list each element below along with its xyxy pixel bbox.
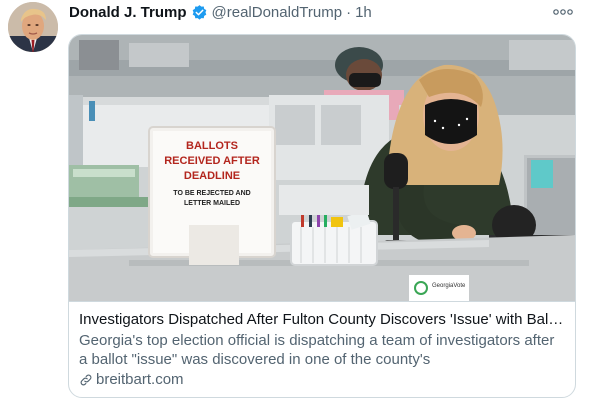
- card-title[interactable]: Investigators Dispatched After Fulton Co…: [79, 310, 565, 329]
- avatar-image: [8, 2, 58, 52]
- link-preview-card[interactable]: BALLOTS RECEIVED AFTER DEADLINE TO BE RE…: [68, 34, 576, 398]
- sign-line1: BALLOTS: [186, 140, 238, 152]
- sticker-text: GeorgiaVote: [432, 283, 466, 289]
- author-handle[interactable]: @realDonaldTrump: [212, 4, 343, 21]
- card-description: Georgia's top election official is dispa…: [79, 332, 555, 368]
- sign-line3: DEADLINE: [184, 170, 240, 182]
- card-photo[interactable]: BALLOTS RECEIVED AFTER DEADLINE TO BE RE…: [69, 35, 575, 301]
- card-domain-text[interactable]: breitbart.com: [96, 370, 184, 389]
- avatar[interactable]: [8, 2, 58, 52]
- tweet-header: Donald J. Trump @realDonaldTrump · 1h: [69, 2, 372, 22]
- card-domain[interactable]: breitbart.com: [79, 370, 565, 389]
- timestamp[interactable]: 1h: [355, 4, 372, 21]
- card-text[interactable]: Investigators Dispatched After Fulton Co…: [69, 301, 575, 389]
- verified-badge-icon: [192, 4, 206, 20]
- more-icon: [553, 9, 573, 15]
- link-icon: [80, 374, 92, 385]
- tweet[interactable]: Donald J. Trump @realDonaldTrump · 1h BA…: [0, 0, 594, 405]
- sign-line5: LETTER MAILED: [184, 200, 240, 207]
- separator-dot: ·: [346, 3, 352, 21]
- sign-line4: TO BE REJECTED AND: [173, 190, 250, 197]
- sign-line2: RECEIVED AFTER: [164, 155, 260, 167]
- more-options-button[interactable]: [550, 1, 576, 21]
- author-name[interactable]: Donald J. Trump: [69, 4, 187, 21]
